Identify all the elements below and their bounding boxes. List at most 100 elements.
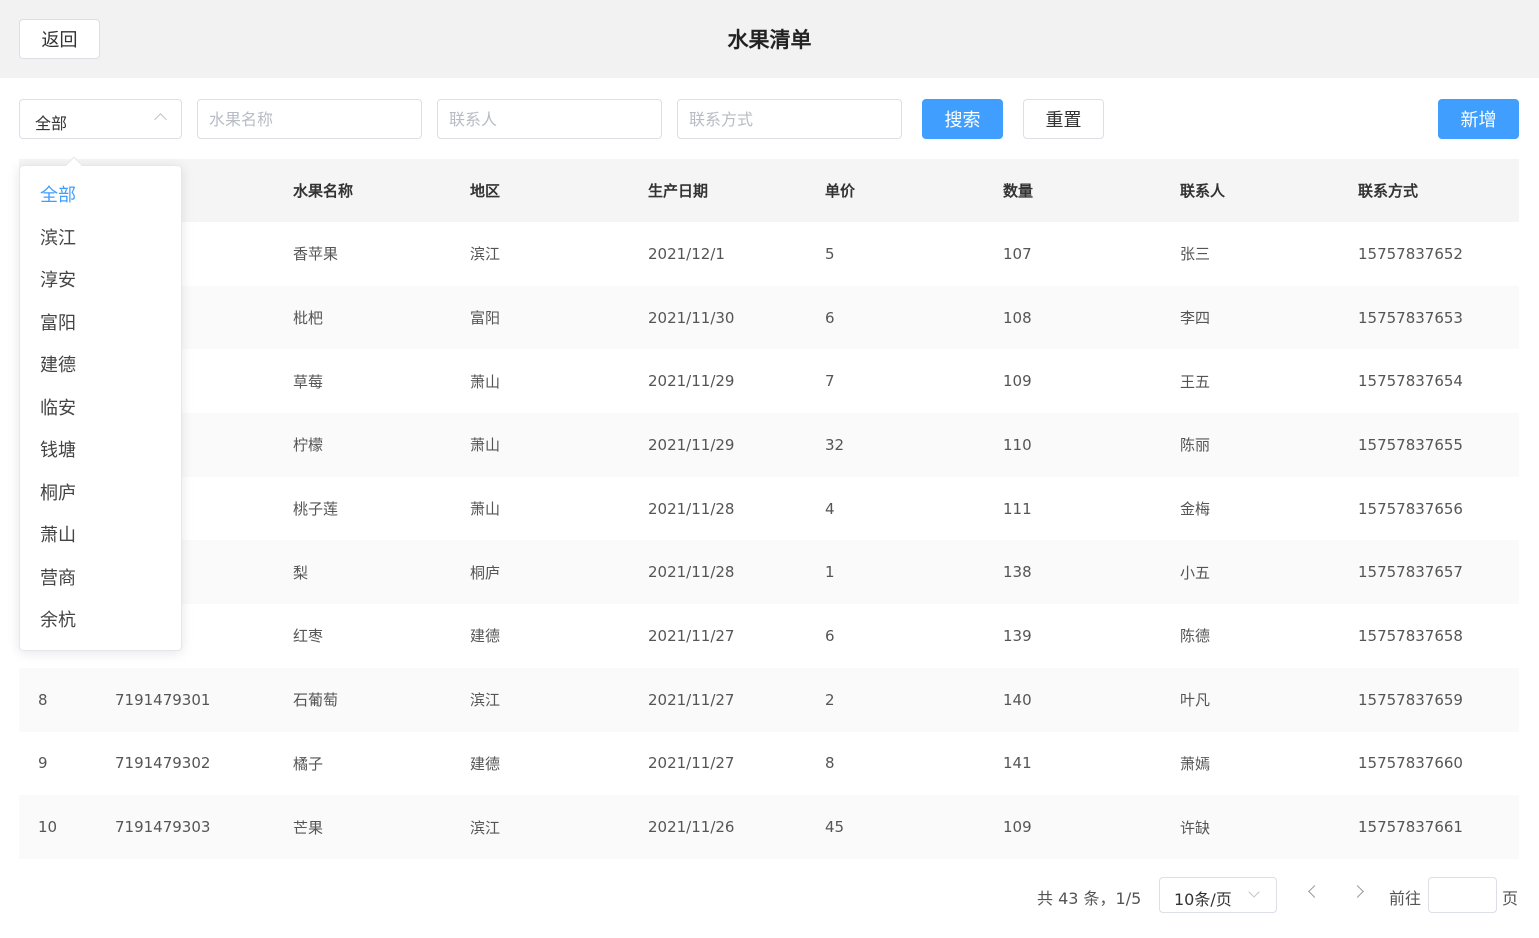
phone-input[interactable] <box>677 99 902 139</box>
contact-cell: 金梅 <box>1180 500 1211 519</box>
region-cell: 建德 <box>470 754 501 773</box>
quantity-cell: 109 <box>1003 818 1032 837</box>
table-row: 297柠檬萧山2021/11/2932110陈丽15757837655 <box>19 413 1519 477</box>
page-size-value: 10条/页 <box>1174 890 1232 909</box>
fruit-name-input[interactable] <box>197 99 422 139</box>
column-header: 联系方式 <box>1358 182 1419 200</box>
contact-cell: 许缺 <box>1180 818 1211 837</box>
region-cell: 滨江 <box>470 691 501 710</box>
chevron-up-icon <box>154 113 167 126</box>
region-select[interactable]: 全部 <box>19 99 182 139</box>
quantity-cell: 111 <box>1003 499 1032 518</box>
dropdown-option[interactable]: 临安 <box>40 394 76 420</box>
dropdown-option[interactable]: 营商 <box>40 564 76 590</box>
dropdown-option[interactable]: 萧山 <box>40 521 76 547</box>
quantity-cell: 108 <box>1003 308 1032 327</box>
contact-cell: 张三 <box>1180 245 1211 264</box>
region-cell: 滨江 <box>470 818 501 837</box>
fruit-name-cell: 红枣 <box>293 627 324 646</box>
add-button[interactable]: 新增 <box>1438 99 1519 139</box>
prev-page-icon[interactable] <box>1308 885 1321 898</box>
production-date-cell: 2021/11/30 <box>648 308 735 327</box>
column-header: 地区 <box>470 182 501 200</box>
fruit-name-cell: 桃子莲 <box>293 500 339 519</box>
row-index-cell: 10 <box>38 818 58 837</box>
phone-cell: 15757837656 <box>1358 499 1463 518</box>
unit-price-cell: 7 <box>825 372 835 391</box>
region-cell: 萧山 <box>470 500 501 519</box>
table-row: 299梨桐庐2021/11/281138小五15757837657 <box>19 540 1519 605</box>
unit-price-cell: 45 <box>825 818 845 837</box>
unit-price-cell: 6 <box>825 308 835 327</box>
production-date-cell: 2021/12/1 <box>648 244 725 263</box>
contact-cell: 李四 <box>1180 309 1211 328</box>
dropdown-option[interactable]: 桐庐 <box>40 479 76 505</box>
dropdown-option[interactable]: 建德 <box>40 351 76 377</box>
production-date-cell: 2021/11/29 <box>648 372 735 391</box>
production-date-cell: 2021/11/29 <box>648 435 735 454</box>
phone-cell: 15757837654 <box>1358 372 1463 391</box>
fruit-name-cell: 枇杷 <box>293 309 324 328</box>
contact-cell: 小五 <box>1180 563 1211 582</box>
unit-price-cell: 8 <box>825 754 835 773</box>
row-index-cell: 8 <box>38 690 48 709</box>
phone-cell: 15757837653 <box>1358 308 1463 327</box>
unit-price-cell: 6 <box>825 626 835 645</box>
region-cell: 滨江 <box>470 245 501 264</box>
dropdown-option[interactable]: 富阳 <box>40 309 76 335</box>
region-cell: 富阳 <box>470 309 501 328</box>
phone-cell: 15757837659 <box>1358 690 1463 709</box>
production-date-cell: 2021/11/28 <box>648 499 735 518</box>
unit-price-cell: 5 <box>825 244 835 263</box>
fruit-name-cell: 梨 <box>293 563 309 582</box>
next-page-icon[interactable] <box>1351 885 1364 898</box>
dropdown-option[interactable]: 全部 <box>40 181 76 207</box>
fruit-name-cell: 柠檬 <box>293 436 324 455</box>
fruit-id-cell: 7191479303 <box>115 818 211 837</box>
pagination-total: 共 43 条，1/5 <box>1037 889 1142 908</box>
fruit-name-cell: 石葡萄 <box>293 691 339 710</box>
table-row: 10 7191479303 芒果 滨江 2021/11/26 45 109 许缺 1575783… <box>19 795 1519 859</box>
chevron-down-icon <box>1248 886 1260 898</box>
contact-input[interactable] <box>437 99 662 139</box>
column-header: 水果名称 <box>293 182 354 200</box>
goto-label: 前往 <box>1389 889 1422 908</box>
page-size-select[interactable]: 10条/页 <box>1159 877 1277 913</box>
region-cell: 萧山 <box>470 372 501 391</box>
region-dropdown: 全部滨江淳安富阳建德临安钱塘桐庐萧山营商余杭 <box>19 156 182 651</box>
production-date-cell: 2021/11/27 <box>648 754 735 773</box>
production-date-cell: 2021/11/26 <box>648 818 735 837</box>
dropdown-option[interactable]: 余杭 <box>40 606 76 632</box>
dropdown-option[interactable]: 淳安 <box>40 266 76 292</box>
production-date-cell: 2021/11/27 <box>648 690 735 709</box>
contact-cell: 叶凡 <box>1180 691 1211 710</box>
phone-cell: 15757837660 <box>1358 754 1463 773</box>
contact-cell: 王五 <box>1180 372 1211 391</box>
production-date-cell: 2021/11/27 <box>648 626 735 645</box>
production-date-cell: 2021/11/28 <box>648 563 735 582</box>
unit-price-cell: 2 <box>825 690 835 709</box>
reset-button[interactable]: 重置 <box>1023 99 1104 139</box>
unit-price-cell: 32 <box>825 435 845 454</box>
dropdown-option[interactable]: 滨江 <box>40 224 76 250</box>
table-row: 295枇杷富阳2021/11/306108李四15757837653 <box>19 285 1519 350</box>
fruit-id-cell: 7191479301 <box>115 690 211 709</box>
phone-cell: 15757837661 <box>1358 818 1463 837</box>
fruit-id-cell: 7191479302 <box>115 754 211 773</box>
fruit-name-cell: 芒果 <box>293 818 324 837</box>
quantity-cell: 109 <box>1003 372 1032 391</box>
quantity-cell: 141 <box>1003 754 1032 773</box>
phone-cell: 15757837655 <box>1358 435 1463 454</box>
goto-page-input[interactable] <box>1428 877 1497 913</box>
fruit-name-cell: 草莓 <box>293 372 324 391</box>
column-header: 联系人 <box>1180 182 1226 200</box>
column-header: 单价 <box>825 182 856 200</box>
quantity-cell: 107 <box>1003 244 1032 263</box>
region-select-value: 全部 <box>35 114 68 133</box>
page-suffix-label: 页 <box>1502 889 1519 908</box>
row-index-cell: 9 <box>38 754 48 773</box>
dropdown-option[interactable]: 钱塘 <box>40 436 76 462</box>
search-button[interactable]: 搜索 <box>922 99 1003 139</box>
table-row: 294香苹果滨江2021/12/15107张三15757837652 <box>19 222 1519 286</box>
table-row: 300红枣建德2021/11/276139陈德15757837658 <box>19 604 1519 668</box>
